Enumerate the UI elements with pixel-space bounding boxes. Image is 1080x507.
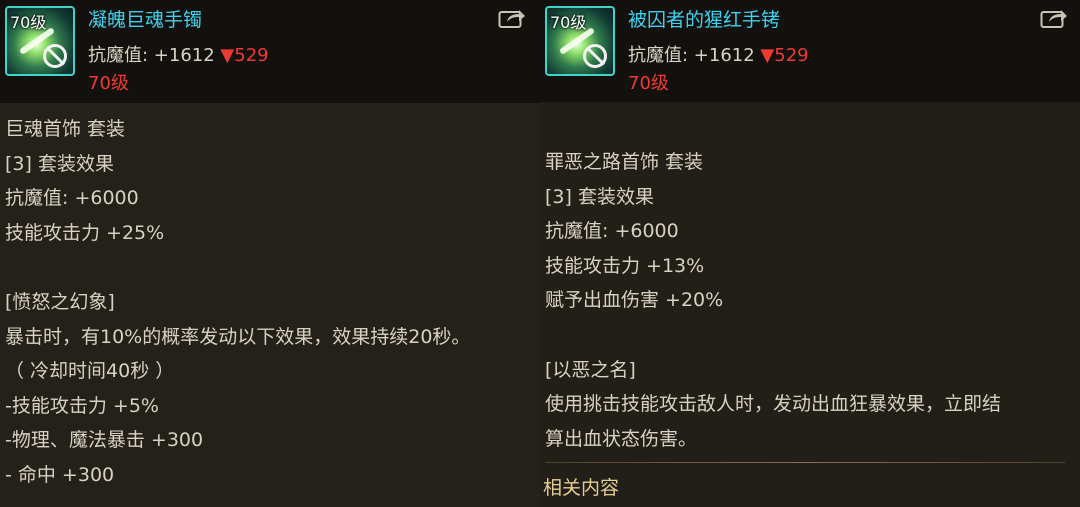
desc-line: 赋予出血伤害 +20%: [545, 289, 724, 312]
desc-line: （ 冷却时间40秒 ）: [5, 360, 175, 383]
share-icon[interactable]: [498, 7, 526, 29]
desc-line: 抗魔值: +6000: [545, 220, 679, 243]
item-name: 被囚者的猩红手铐: [628, 9, 781, 31]
item-description: 巨魂首饰 套装 [3] 套装效果 抗魔值: +6000 技能攻击力 +25% […: [5, 112, 470, 493]
prohibited-icon: [583, 44, 607, 68]
share-icon[interactable]: [1040, 7, 1068, 29]
item-level-badge: 70级: [10, 13, 47, 32]
desc-line: 抗魔值: +6000: [5, 187, 139, 210]
desc-line: 技能攻击力 +13%: [545, 254, 705, 277]
desc-line: [3] 套装效果: [5, 152, 114, 175]
desc-line: [3] 套装效果: [545, 185, 654, 208]
desc-line: [5, 250, 470, 285]
item-tooltip-left: 70级 凝魄巨魂手镯 抗魔值: +1612 ▼529 70级 巨魂首饰 套装 […: [0, 0, 540, 507]
tooltip-header: 70级 凝魄巨魂手镯 抗魔值: +1612 ▼529 70级: [0, 0, 540, 103]
desc-line: [以恶之名]: [545, 358, 636, 381]
tooltip-header: 70级 被囚者的猩红手铐 抗魔值: +1612 ▼529 70级: [540, 0, 1080, 102]
desc-line: [愤怒之幻象]: [5, 290, 115, 313]
stat-value: 抗魔值: +1612: [88, 45, 215, 66]
desc-line: 巨魂首饰 套装: [5, 118, 126, 140]
desc-line: - 命中 +300: [5, 463, 115, 486]
section-divider: [545, 462, 1065, 463]
item-tooltip-right: 70级 被囚者的猩红手铐 抗魔值: +1612 ▼529 70级 罪恶之路首饰 …: [540, 0, 1080, 507]
item-level-badge: 70级: [550, 13, 587, 32]
stat-value: 抗魔值: +1612: [628, 45, 755, 66]
item-icon[interactable]: 70级: [545, 6, 615, 76]
prohibited-icon: [43, 44, 67, 68]
level-requirement: 70级: [628, 73, 669, 94]
item-description: 罪恶之路首饰 套装 [3] 套装效果 抗魔值: +6000 技能攻击力 +13%…: [545, 145, 1001, 456]
stat-decrease: ▼529: [220, 45, 269, 66]
level-requirement: 70级: [88, 73, 129, 94]
stat-decrease: ▼529: [760, 45, 809, 66]
desc-line: 技能攻击力 +25%: [5, 221, 165, 244]
item-stat: 抗魔值: +1612 ▼529: [628, 41, 809, 67]
desc-line: 罪恶之路首饰 套装: [545, 151, 704, 173]
desc-line: 使用挑击技能攻击敌人时，发动出血狂暴效果，立即结: [545, 393, 1002, 416]
desc-line: -物理、魔法暴击 +300: [5, 429, 204, 452]
desc-line: [545, 318, 1001, 353]
desc-line: 算出血状态伤害。: [545, 427, 698, 450]
desc-line: 暴击时，有10%的概率发动以下效果，效果持续20秒。: [5, 325, 471, 348]
item-name: 凝魄巨魂手镯: [88, 9, 203, 31]
item-icon[interactable]: 70级: [5, 6, 75, 76]
item-stat: 抗魔值: +1612 ▼529: [88, 41, 269, 67]
desc-line: -技能攻击力 +5%: [5, 394, 159, 417]
related-content-link[interactable]: 相关内容: [543, 473, 619, 500]
